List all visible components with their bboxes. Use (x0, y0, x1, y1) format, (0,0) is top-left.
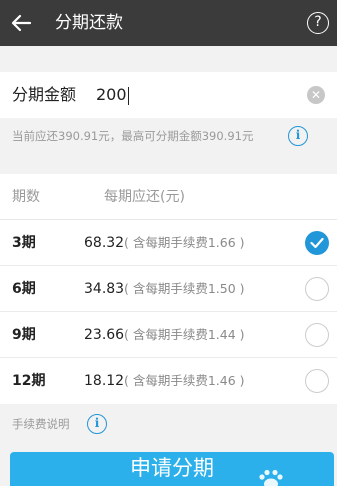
option-fee: ( 含每期手续费1.46 ) (124, 373, 245, 388)
installment-option-12[interactable]: 12期 18.12 ( 含每期手续费1.46 ) (0, 358, 337, 404)
page-title: 分期还款 (55, 13, 123, 33)
radio-circle-icon[interactable] (305, 277, 329, 301)
list-header: 期数 每期应还(元) (0, 174, 337, 220)
option-period: 12期 (12, 373, 46, 389)
amount-input-row[interactable]: 分期金额 200 ✕ (0, 72, 337, 118)
header-periods: 期数 (12, 189, 40, 205)
info-icon[interactable]: i (87, 414, 107, 434)
info-icon[interactable]: i (288, 126, 308, 146)
paw-icon (259, 469, 283, 486)
header-payment: 每期应还(元) (104, 189, 185, 205)
text-caret (127, 86, 130, 105)
option-fee: ( 含每期手续费1.50 ) (124, 281, 245, 296)
installment-option-3[interactable]: 3期 68.32 ( 含每期手续费1.66 ) (0, 220, 337, 266)
question-circle-icon[interactable]: ? (307, 12, 329, 34)
repayment-note: 当前应还390.91元，最高可分期金额390.91元 (12, 129, 254, 143)
option-period: 9期 (12, 327, 36, 343)
radio-circle-icon[interactable] (305, 369, 329, 393)
arrow-left-icon[interactable] (10, 13, 32, 33)
option-amount: 18.12 (84, 373, 125, 389)
radio-circle-icon[interactable] (305, 323, 329, 347)
clear-circle-icon[interactable]: ✕ (307, 86, 325, 104)
amount-input[interactable]: 200 (96, 72, 130, 118)
installment-list: 期数 每期应还(元) 3期 68.32 ( 含每期手续费1.66 ) 6期 34… (0, 174, 337, 404)
amount-value: 200 (96, 85, 127, 104)
option-period: 6期 (12, 281, 36, 297)
option-amount: 68.32 (84, 235, 125, 251)
option-amount: 23.66 (84, 327, 125, 343)
option-period: 3期 (12, 235, 36, 251)
option-fee: ( 含每期手续费1.44 ) (124, 327, 245, 342)
fee-description-link[interactable]: 手续费说明 (12, 414, 70, 434)
option-amount: 34.83 (84, 281, 125, 297)
installment-option-9[interactable]: 9期 23.66 ( 含每期手续费1.44 ) (0, 312, 337, 358)
top-bar: 分期还款 ? (0, 0, 337, 46)
amount-label: 分期金额 (12, 85, 77, 104)
option-fee: ( 含每期手续费1.66 ) (124, 235, 245, 250)
checkmark-circle-icon[interactable] (305, 231, 329, 255)
installment-option-6[interactable]: 6期 34.83 ( 含每期手续费1.50 ) (0, 266, 337, 312)
